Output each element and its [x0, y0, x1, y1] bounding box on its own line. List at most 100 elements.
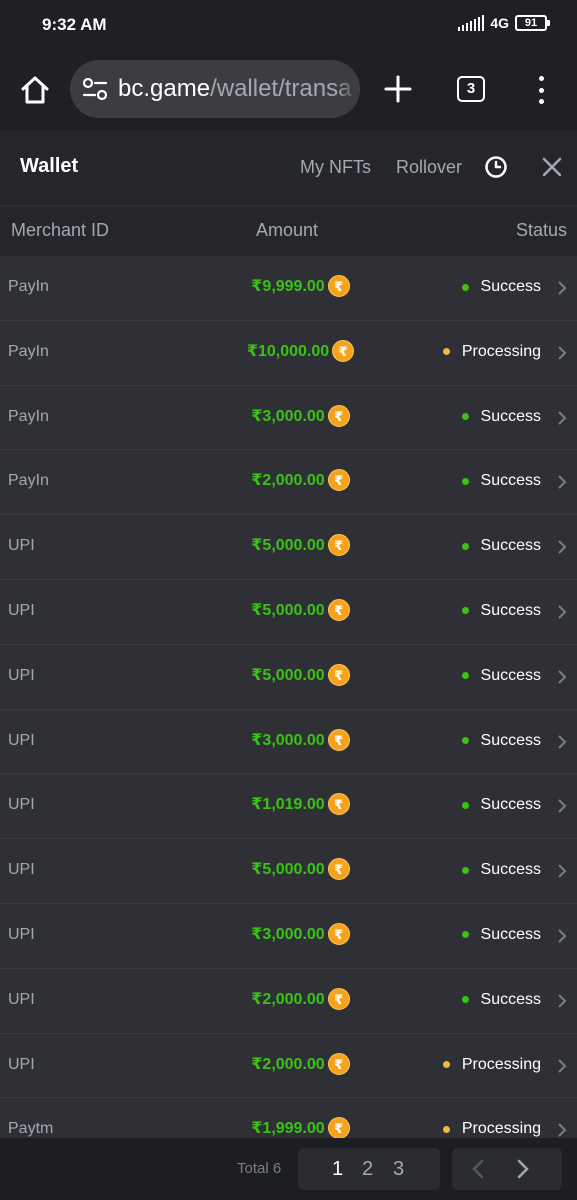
home-icon[interactable] — [18, 73, 52, 107]
status-bar: 9:32 AM 4G 91 — [0, 0, 577, 50]
rupee-coin-icon: ₹ — [327, 598, 350, 621]
status-dot — [442, 348, 450, 356]
chevron-right-icon[interactable] — [557, 475, 567, 490]
table-row[interactable]: UPI ₹5,000.00 ₹ Success — [0, 579, 577, 645]
status-dot — [461, 283, 469, 291]
clock-icon[interactable] — [484, 155, 508, 179]
battery-icon: 91 — [515, 15, 550, 31]
more-vert-icon[interactable] — [534, 74, 548, 106]
tab-switcher-icon[interactable]: 3 — [457, 76, 485, 102]
wallet-header: Wallet My NFTs Rollover — [0, 130, 577, 206]
close-icon[interactable] — [541, 156, 563, 178]
status-dot — [461, 801, 469, 809]
page-1-button[interactable]: 1 — [332, 1158, 343, 1181]
table-row[interactable]: PayIn ₹10,000.00 ₹ Processing — [0, 320, 577, 386]
amount-value: ₹2,000.00 — [251, 1055, 325, 1073]
amount-value: ₹5,000.00 — [251, 537, 325, 555]
status-text: Success — [480, 796, 541, 814]
table-row[interactable]: PayIn ₹9,999.00 ₹ Success — [0, 256, 577, 321]
page-2-button[interactable]: 2 — [362, 1158, 373, 1181]
amount-value: ₹10,000.00 — [246, 342, 330, 360]
chevron-right-icon[interactable] — [557, 346, 567, 360]
chevron-right-icon[interactable] — [557, 1123, 567, 1138]
status-text: Success — [480, 472, 541, 490]
url-text[interactable]: bc.game/wallet/transa — [118, 75, 351, 103]
signal-icon — [458, 15, 485, 31]
status-dot — [461, 996, 469, 1004]
status-dot — [461, 866, 469, 874]
status-dot — [461, 737, 469, 745]
browser-toolbar: bc.game/wallet/transa 3 — [0, 50, 577, 130]
table-row[interactable]: UPI ₹3,000.00 ₹ Success — [0, 709, 577, 775]
chevron-right-icon[interactable] — [557, 734, 567, 749]
status-text: Success — [480, 666, 541, 684]
page-numbers: 1 2 3 — [298, 1148, 440, 1190]
table-row[interactable]: PayIn ₹3,000.00 ₹ Success — [0, 385, 577, 451]
amount-value: ₹2,000.00 — [251, 990, 325, 1008]
chevron-right-icon[interactable] — [557, 929, 567, 943]
chevron-right-icon[interactable] — [557, 994, 567, 1008]
chevron-right-icon[interactable] — [515, 1158, 531, 1180]
amount-value: ₹5,000.00 — [251, 601, 325, 619]
status-text: Success — [480, 601, 541, 619]
status-text: Processing — [461, 1120, 541, 1138]
page-3-button[interactable]: 3 — [393, 1158, 404, 1181]
amount-value: ₹5,000.00 — [251, 861, 325, 879]
table-row[interactable]: PayIn ₹2,000.00 ₹ Success — [0, 450, 577, 516]
table-row[interactable]: UPI ₹2,000.00 ₹ Processing — [0, 1033, 577, 1099]
chevron-right-icon[interactable] — [557, 799, 567, 814]
table-row[interactable]: UPI ₹3,000.00 ₹ Success — [0, 903, 577, 969]
table-row[interactable]: UPI ₹5,000.00 ₹ Success — [0, 644, 577, 710]
rupee-coin-icon: ₹ — [327, 469, 350, 492]
chevron-right-icon[interactable] — [557, 540, 567, 554]
table-row[interactable]: UPI ₹1,019.00 ₹ Success — [0, 774, 577, 840]
battery-level: 91 — [524, 17, 538, 29]
rupee-coin-icon: ₹ — [327, 793, 350, 816]
status-dot — [461, 931, 469, 939]
status-time: 9:32 AM — [42, 15, 107, 34]
column-amount: Amount — [256, 220, 319, 240]
tune-icon[interactable] — [82, 77, 108, 101]
status-dot — [461, 672, 469, 680]
amount-value: ₹9,999.00 — [251, 278, 325, 295]
rupee-coin-icon: ₹ — [332, 339, 355, 362]
status-text: Success — [480, 278, 541, 295]
table-row[interactable]: Paytm ₹1,999.00 ₹ Processing — [0, 1098, 577, 1140]
tab-count: 3 — [466, 80, 476, 97]
status-text: Success — [480, 731, 541, 749]
table-row[interactable]: UPI ₹2,000.00 ₹ Success — [0, 968, 577, 1034]
total-count: Total 6 — [237, 1160, 282, 1177]
tab-rollover[interactable]: Rollover — [396, 157, 462, 178]
rupee-coin-icon: ₹ — [327, 987, 350, 1010]
plus-icon[interactable] — [383, 74, 413, 104]
amount-value: ₹3,000.00 — [251, 731, 325, 749]
status-dot — [461, 413, 469, 421]
column-merchant-id: Merchant ID — [11, 220, 110, 240]
status-text: Success — [480, 407, 541, 425]
chevron-right-icon[interactable] — [557, 1058, 567, 1073]
table-row[interactable]: UPI ₹5,000.00 ₹ Success — [0, 839, 577, 904]
amount-value: ₹1,019.00 — [251, 796, 325, 814]
status-dot — [461, 542, 469, 550]
status-text: Processing — [461, 1055, 541, 1073]
status-text: Success — [480, 861, 541, 879]
chevron-right-icon[interactable] — [557, 281, 567, 295]
chevron-right-icon[interactable] — [557, 605, 567, 619]
chevron-left-icon[interactable] — [470, 1158, 486, 1180]
wallet-title: Wallet — [20, 155, 79, 177]
tab-my-nfts[interactable]: My NFTs — [300, 157, 371, 178]
status-dot — [461, 477, 469, 485]
status-dot — [461, 607, 469, 615]
status-text: Success — [480, 537, 541, 555]
rupee-coin-icon: ₹ — [327, 275, 350, 297]
status-text: Success — [480, 925, 541, 943]
page-nav — [452, 1148, 562, 1190]
rupee-coin-icon: ₹ — [327, 663, 350, 686]
address-bar[interactable]: bc.game/wallet/transa — [70, 60, 360, 118]
chevron-right-icon[interactable] — [557, 670, 567, 684]
chevron-right-icon[interactable] — [557, 410, 567, 425]
table-row[interactable]: UPI ₹5,000.00 ₹ Success — [0, 515, 577, 580]
amount-value: ₹2,000.00 — [251, 472, 325, 490]
chevron-right-icon[interactable] — [557, 864, 567, 878]
amount-value: ₹3,000.00 — [251, 925, 325, 943]
